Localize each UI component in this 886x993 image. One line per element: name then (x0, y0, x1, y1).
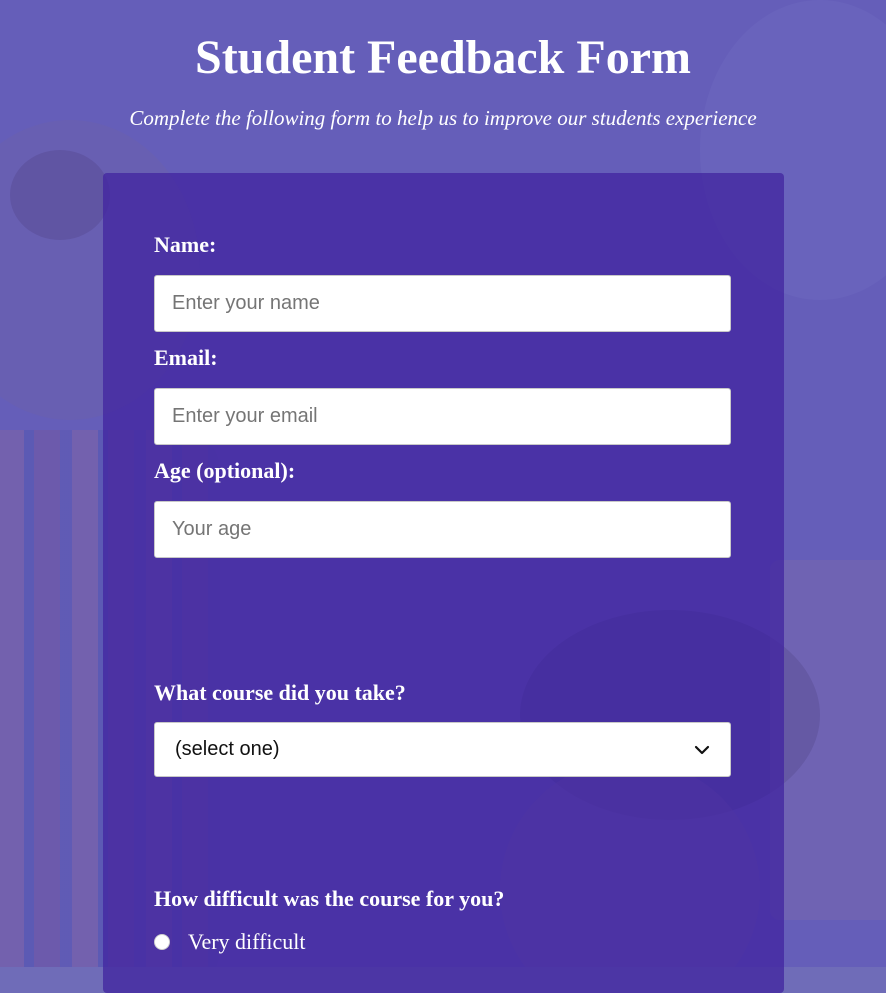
chevron-down-icon (694, 745, 710, 754)
page: Student Feedback Form Complete the follo… (0, 0, 886, 993)
difficulty-option-very-difficult[interactable]: Very difficult (154, 929, 306, 955)
page-title: Student Feedback Form (195, 31, 691, 84)
page-subtitle: Complete the following form to help us t… (129, 106, 757, 130)
radio-icon[interactable] (154, 934, 170, 950)
email-label: Email: (154, 345, 218, 370)
age-field[interactable] (154, 501, 731, 558)
difficulty-option-label: Very difficult (188, 929, 306, 954)
course-label: What course did you take? (154, 680, 406, 705)
age-label: Age (optional): (154, 458, 296, 483)
feedback-form: Name: Email: Age (optional): What course… (103, 173, 784, 993)
name-label: Name: (154, 232, 217, 257)
email-field[interactable] (154, 388, 731, 445)
name-field[interactable] (154, 275, 731, 332)
course-select[interactable]: (select one) (154, 722, 731, 777)
difficulty-label: How difficult was the course for you? (154, 886, 505, 911)
course-select-value: (select one) (175, 738, 280, 760)
